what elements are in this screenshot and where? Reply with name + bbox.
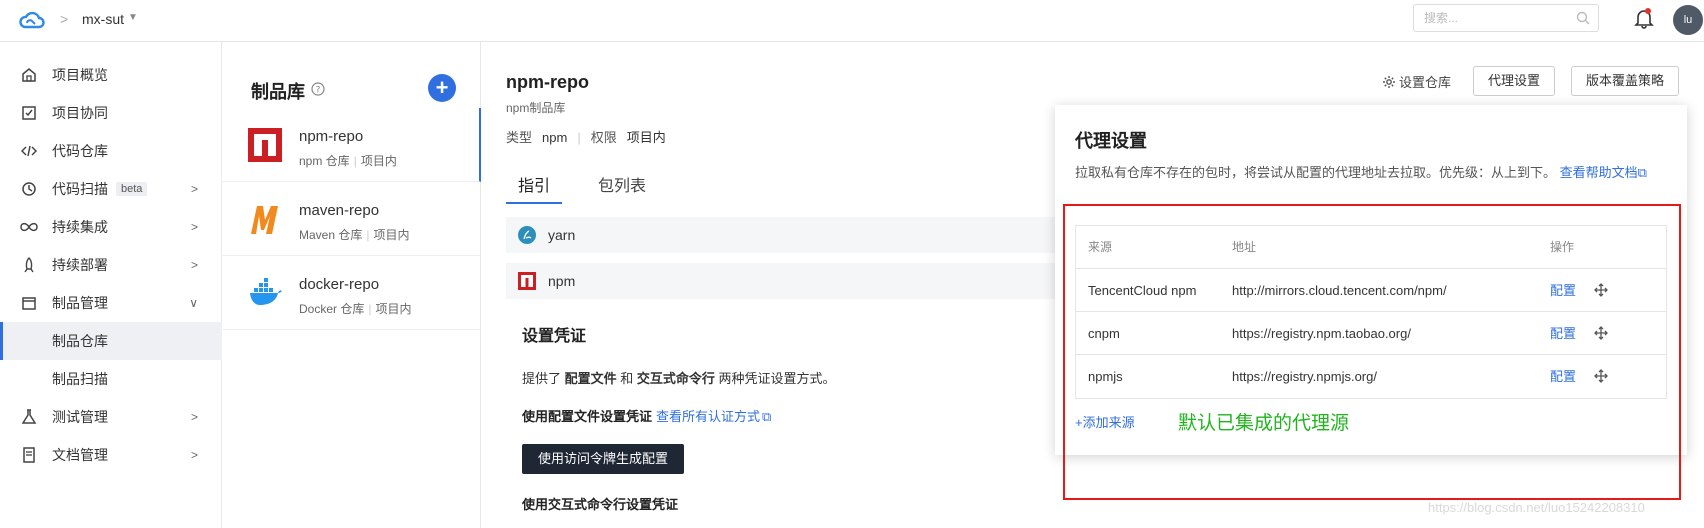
breadcrumb-separator: >: [60, 11, 69, 27]
npm-logo-icon: [248, 128, 282, 162]
repo-meta: Maven 仓库 | 项目内: [299, 228, 410, 242]
repo-card-docker[interactable]: docker-repo Docker 仓库 | 项目内: [223, 256, 481, 330]
repo-meta: npm 仓库 | 项目内: [299, 154, 397, 168]
help-doc-link[interactable]: 查看帮助文档: [1560, 165, 1638, 180]
package-name: npm: [548, 273, 576, 289]
sidebar-item-label: 测试管理: [52, 409, 108, 425]
chevron-right-icon: >: [190, 258, 198, 272]
package-row-npm[interactable]: npm: [506, 263, 1066, 299]
repo-card-maven[interactable]: maven-repo Maven 仓库 | 项目内: [223, 182, 481, 256]
tab-package-list[interactable]: 包列表: [586, 172, 658, 204]
sidebar-item-label: 持续集成: [52, 219, 108, 235]
tab-bar: 指引 包列表: [506, 172, 682, 204]
avatar[interactable]: lu: [1673, 5, 1703, 35]
add-repo-button[interactable]: +: [428, 74, 456, 102]
infinity-icon: [20, 218, 38, 236]
settings-repo-link[interactable]: 设置仓库: [1382, 72, 1451, 91]
repo-name: docker-repo: [299, 276, 380, 293]
sidebar-item-code-repo[interactable]: 代码仓库: [0, 132, 222, 170]
sidebar-item-label: 制品管理: [52, 295, 108, 311]
chevron-down-icon: ∨: [189, 296, 198, 310]
proxy-panel-description: 拉取私有仓库不存在的包时，将尝试从配置的代理地址去拉取。优先级：从上到下。 查看…: [1075, 165, 1647, 180]
flask-icon: [20, 408, 38, 426]
svg-text:?: ?: [316, 86, 321, 96]
search-input[interactable]: 搜索...: [1413, 4, 1599, 32]
version-policy-button[interactable]: 版本覆盖策略: [1571, 66, 1680, 96]
repo-meta: Docker 仓库 | 项目内: [299, 302, 412, 316]
notification-dot: [1645, 8, 1651, 14]
chevron-down-icon[interactable]: ▼: [128, 12, 138, 23]
tab-guide[interactable]: 指引: [506, 172, 563, 204]
credential-description: 提供了 配置文件 和 交互式命令行 两种凭证设置方式。: [522, 371, 836, 386]
sidebar-item-label: 项目协同: [52, 105, 108, 121]
chevron-right-icon: >: [190, 182, 198, 196]
chevron-right-icon: >: [190, 448, 198, 462]
repo-name: maven-repo: [299, 202, 380, 219]
docker-logo-icon: [250, 278, 282, 305]
search-placeholder: 搜索...: [1424, 11, 1459, 25]
top-bar: > mx-sut ▼ 搜索... lu: [0, 0, 1704, 42]
repo-meta-line: 类型 npm | 权限 项目内: [506, 130, 666, 145]
sidebar-item-label: 制品扫描: [52, 371, 108, 387]
annotation-text: 默认已集成的代理源: [1178, 413, 1350, 434]
sidebar-item-ci[interactable]: 持续集成 >: [0, 208, 222, 246]
sidebar-item-label: 持续部署: [52, 257, 108, 273]
gear-icon: [1383, 75, 1395, 88]
home-icon: [20, 66, 38, 84]
generate-config-button[interactable]: 使用访问令牌生成配置: [522, 444, 685, 474]
annotation-highlight-frame: [1063, 204, 1681, 500]
bell-icon[interactable]: [1634, 7, 1654, 29]
package-row-yarn[interactable]: yarn: [506, 217, 1066, 253]
sidebar-item-artifacts[interactable]: 制品管理 ∨: [0, 284, 222, 322]
sidebar-item-code-scan[interactable]: 代码扫描 beta >: [0, 170, 222, 208]
cli-credential-heading: 使用交互式命令行设置凭证: [522, 497, 679, 512]
sidebar-item-docs[interactable]: 文档管理 >: [0, 436, 222, 474]
code-icon: [20, 142, 38, 160]
sidebar-item-label: 代码仓库: [52, 143, 108, 159]
chevron-right-icon: >: [190, 410, 198, 424]
maven-logo-icon: [251, 206, 278, 234]
sidebar-item-artifact-repo[interactable]: 制品仓库: [0, 322, 222, 360]
checkbox-icon: [20, 104, 38, 122]
credential-section-title: 设置凭证: [522, 328, 587, 345]
package-name: yarn: [548, 227, 576, 243]
yarn-icon: [518, 226, 536, 244]
repo-list-panel: 制品库 ? + npm-repo npm 仓库 | 项目内 maven-repo M…: [223, 42, 481, 528]
sidebar: 项目概览 项目协同 代码仓库 代码扫描 beta > 持续集成 > 持续部署 >…: [0, 42, 222, 528]
scan-icon: [20, 180, 38, 198]
sidebar-item-artifact-scan[interactable]: 制品扫描: [0, 360, 222, 398]
repo-name: npm-repo: [299, 128, 364, 145]
doc-icon: [20, 446, 38, 464]
repo-list-title: 制品库: [251, 82, 305, 102]
external-link-icon: ⧉: [1637, 165, 1647, 180]
help-icon[interactable]: ?: [311, 82, 325, 96]
project-name[interactable]: mx-sut: [82, 11, 124, 27]
sidebar-item-testing[interactable]: 测试管理 >: [0, 398, 222, 436]
sidebar-item-cd[interactable]: 持续部署 >: [0, 246, 222, 284]
sidebar-item-label: 文档管理: [52, 447, 108, 463]
external-link-icon: ⧉: [762, 409, 772, 424]
cloud-logo-icon[interactable]: [18, 8, 46, 32]
search-icon: [1576, 11, 1590, 25]
rocket-icon: [20, 256, 38, 274]
repo-card-npm[interactable]: npm-repo npm 仓库 | 项目内: [223, 108, 481, 182]
watermark: https://blog.csdn.net/luo15242208310: [1428, 500, 1645, 515]
page-title: npm-repo: [506, 72, 589, 92]
beta-badge: beta: [116, 182, 148, 196]
view-auth-methods-link[interactable]: 查看所有认证方式: [656, 409, 760, 424]
sidebar-item-label: 项目概览: [52, 67, 108, 83]
sidebar-item-overview[interactable]: 项目概览: [0, 56, 222, 94]
chevron-right-icon: >: [190, 220, 198, 234]
page-subtitle: npm制品库: [506, 101, 566, 115]
npm-icon: [518, 272, 536, 290]
sidebar-item-collaboration[interactable]: 项目协同: [0, 94, 222, 132]
sidebar-item-label: 制品仓库: [52, 333, 108, 349]
sidebar-item-label: 代码扫描: [52, 181, 108, 197]
proxy-settings-button[interactable]: 代理设置: [1473, 66, 1556, 96]
box-icon: [20, 294, 38, 312]
proxy-panel-title: 代理设置: [1075, 131, 1147, 151]
config-file-credential-heading: 使用配置文件设置凭证 查看所有认证方式 ⧉: [522, 409, 772, 424]
